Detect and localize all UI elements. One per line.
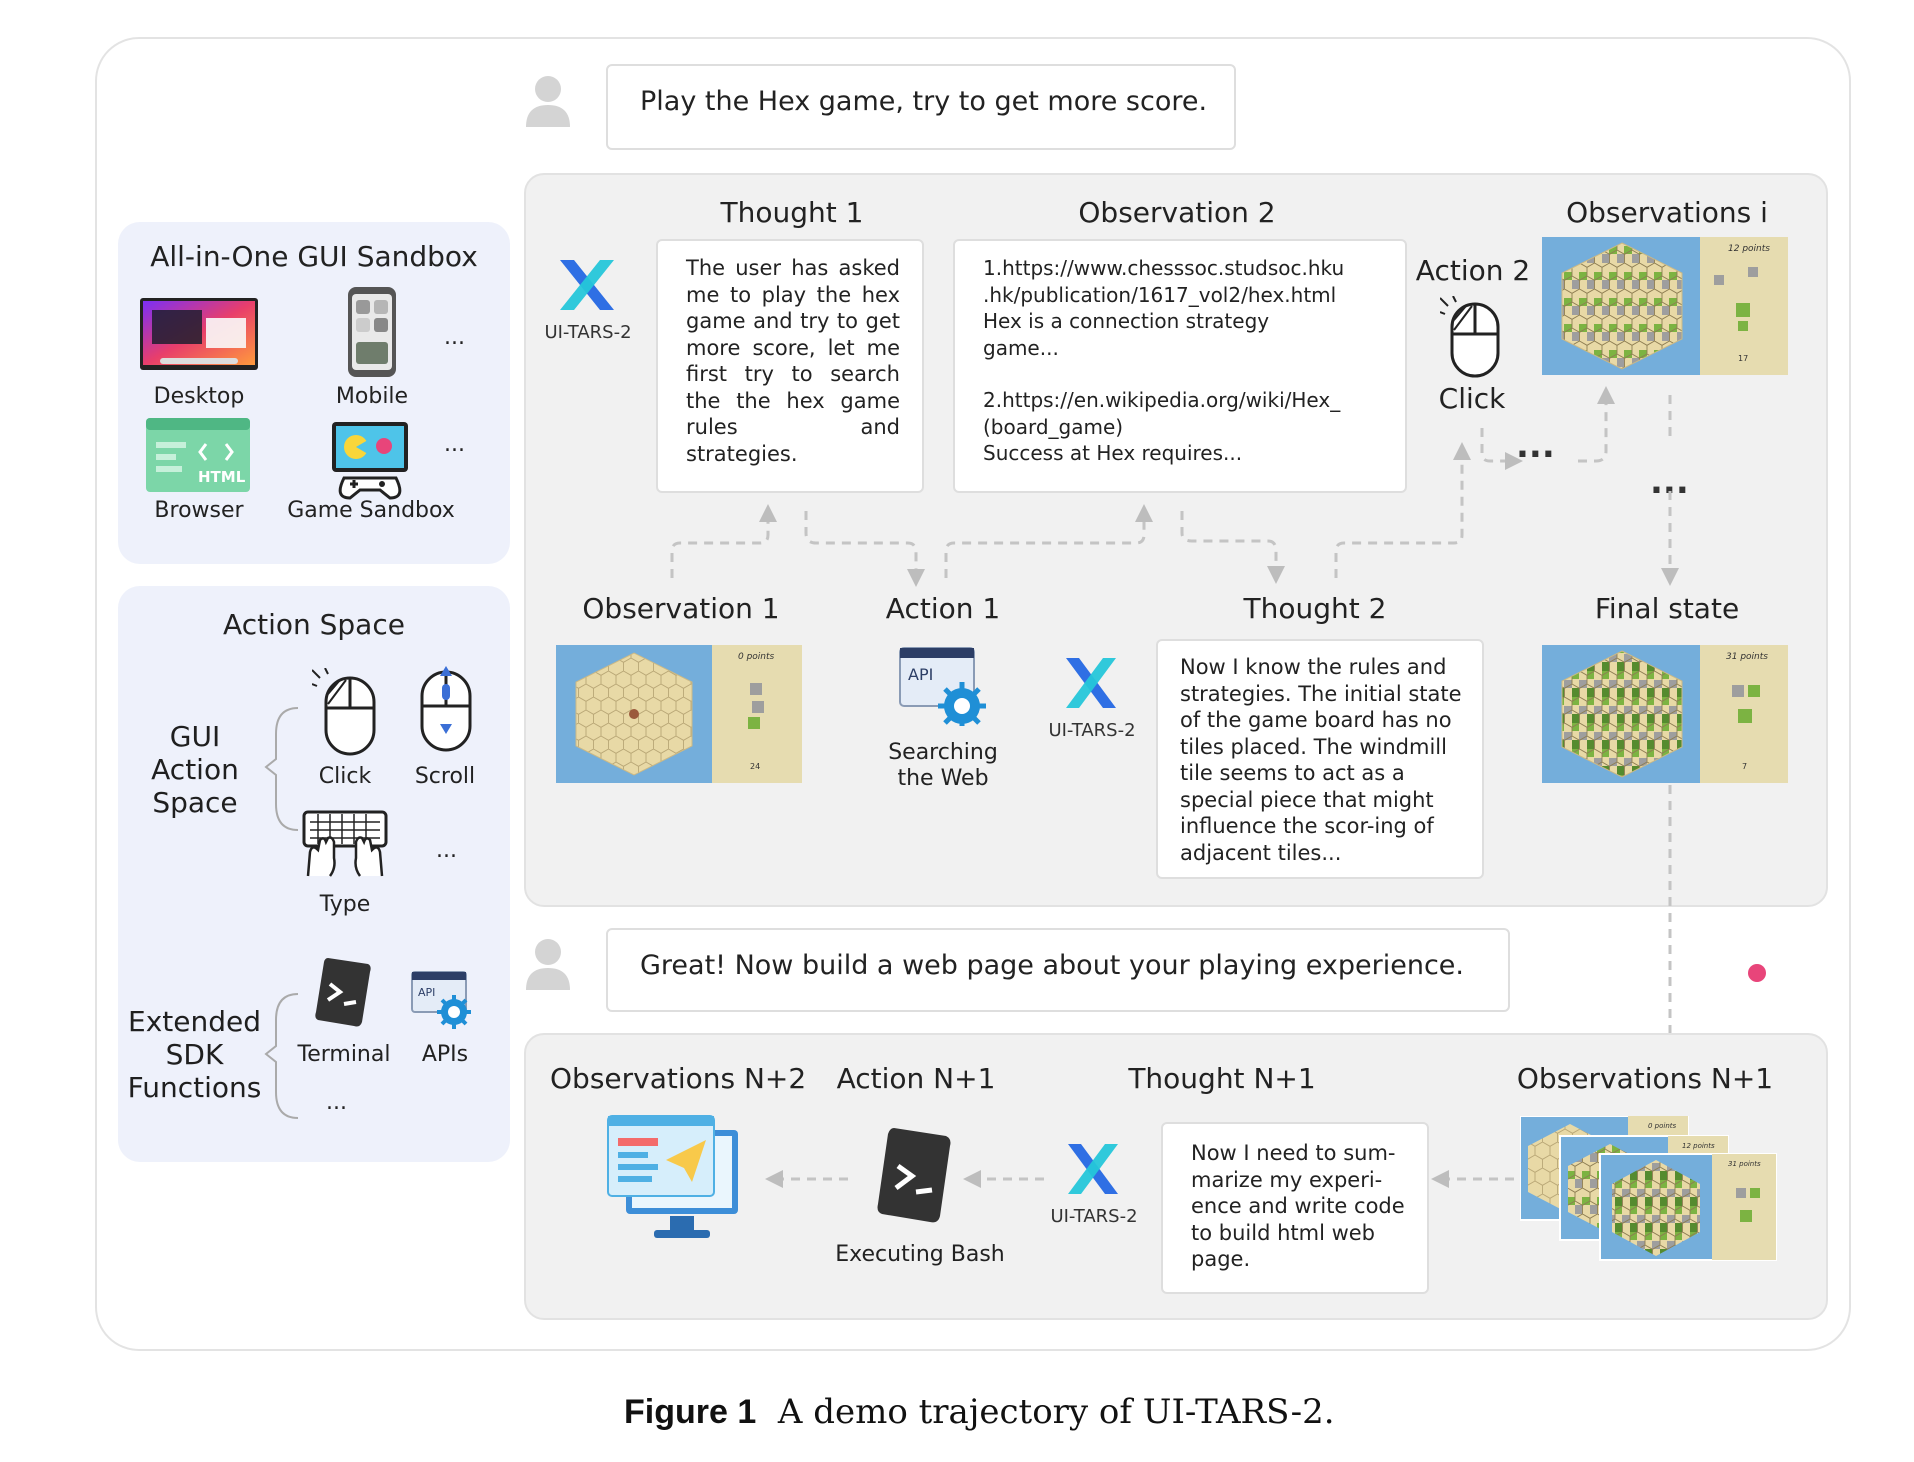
sdk-terminal-label: Terminal bbox=[297, 1042, 391, 1067]
scroll-mouse-icon bbox=[416, 664, 476, 756]
action-click-label: Click bbox=[318, 764, 372, 789]
sdk-ellipsis: ... bbox=[326, 1090, 347, 1115]
mobile-icon bbox=[347, 286, 397, 378]
sandbox-item-game-sandbox: Game Sandbox bbox=[287, 498, 455, 523]
extended-sdk-label: Extended SDK Functions bbox=[127, 1005, 262, 1104]
terminal-icon bbox=[314, 956, 372, 1028]
keyboard-hands-icon bbox=[302, 810, 388, 878]
sandbox-ellipsis-2: ... bbox=[444, 432, 465, 457]
action-scroll-label: Scroll bbox=[414, 764, 476, 789]
figure-label: Figure 1 bbox=[624, 1393, 757, 1431]
game-controller-icon bbox=[330, 420, 410, 500]
figure-caption-text: A demo trajectory of UI-TARS-2. bbox=[777, 1392, 1335, 1432]
svg-text:HTML: HTML bbox=[198, 468, 246, 486]
sdk-apis-label: APIs bbox=[421, 1042, 469, 1067]
sandbox-ellipsis-1: ... bbox=[444, 325, 465, 350]
flow-arrows-bottom bbox=[524, 1033, 1824, 1316]
figure-caption: Figure 1 A demo trajectory of UI-TARS-2. bbox=[624, 1392, 1335, 1432]
recording-dot-icon bbox=[1748, 964, 1766, 982]
action-space-title: Action Space bbox=[223, 608, 405, 641]
user-avatar-icon bbox=[524, 938, 572, 992]
click-mouse-icon bbox=[312, 668, 380, 756]
sandbox-title: All-in-One GUI Sandbox bbox=[150, 240, 478, 273]
sandbox-item-browser: Browser bbox=[154, 498, 244, 523]
browser-icon: HTML bbox=[146, 418, 250, 492]
gui-bracket bbox=[262, 704, 302, 834]
gui-action-space-label: GUI Action Space bbox=[151, 720, 239, 819]
action-type-label: Type bbox=[319, 892, 371, 917]
svg-text:API: API bbox=[418, 986, 435, 999]
flow-arrows-top bbox=[524, 173, 1824, 1173]
sandbox-item-mobile: Mobile bbox=[335, 384, 409, 409]
gui-ellipsis: ... bbox=[436, 838, 457, 863]
sandbox-item-desktop: Desktop bbox=[153, 384, 245, 409]
user-prompt-second-text: Great! Now build a web page about your p… bbox=[640, 950, 1465, 981]
user-avatar-icon bbox=[524, 75, 572, 129]
api-gear-icon: API bbox=[410, 970, 476, 1030]
desktop-icon bbox=[140, 298, 258, 370]
user-prompt-first-text: Play the Hex game, try to get more score… bbox=[640, 86, 1208, 117]
